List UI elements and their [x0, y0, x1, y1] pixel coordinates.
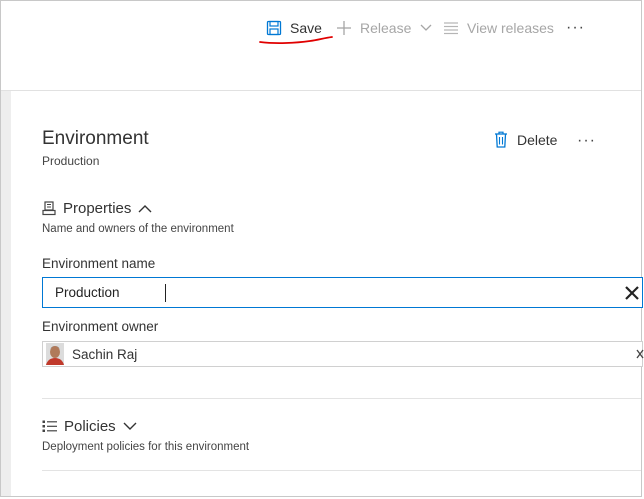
environment-owner-picker[interactable]: Sachin Raj [42, 341, 644, 367]
delete-label: Delete [517, 131, 558, 148]
properties-description: Name and owners of the environment [42, 223, 234, 235]
release-button[interactable]: Release [336, 18, 432, 38]
environment-name-input[interactable] [43, 284, 617, 301]
section-divider [42, 398, 641, 399]
view-releases-button[interactable]: View releases [443, 18, 554, 38]
environment-name-field[interactable] [42, 277, 643, 308]
page-title: Environment [42, 128, 149, 149]
page-subtitle: Production [42, 154, 100, 168]
properties-heading: Properties [63, 200, 132, 217]
chevron-up-icon [138, 204, 152, 213]
owner-name: Sachin Raj [72, 346, 138, 362]
environment-name-label: Environment name [42, 256, 156, 271]
clear-icon[interactable] [623, 284, 641, 302]
properties-section-toggle[interactable]: Properties [42, 200, 152, 217]
save-icon [266, 20, 282, 36]
policies-section-toggle[interactable]: Policies [42, 418, 137, 435]
release-label: Release [360, 20, 412, 36]
chevron-down-icon [420, 24, 432, 32]
annotation-underline [259, 36, 333, 44]
save-label: Save [290, 20, 322, 36]
chevron-down-icon [123, 422, 137, 431]
policies-heading: Policies [64, 418, 116, 435]
properties-icon [42, 201, 56, 216]
text-cursor [165, 284, 166, 302]
view-releases-label: View releases [467, 20, 554, 36]
remove-owner-icon[interactable] [636, 347, 644, 362]
more-options-button[interactable]: ··· [577, 132, 596, 150]
list-icon [443, 21, 459, 35]
section-divider [42, 470, 641, 471]
avatar [46, 343, 64, 365]
left-gutter [1, 91, 11, 496]
plus-icon [336, 20, 352, 36]
policies-icon [42, 420, 57, 433]
trash-icon [494, 131, 508, 148]
toolbar-more-button[interactable]: ··· [566, 18, 585, 38]
delete-button[interactable]: Delete [494, 131, 557, 148]
policies-description: Deployment policies for this environment [42, 441, 250, 453]
environment-owner-label: Environment owner [42, 319, 159, 334]
